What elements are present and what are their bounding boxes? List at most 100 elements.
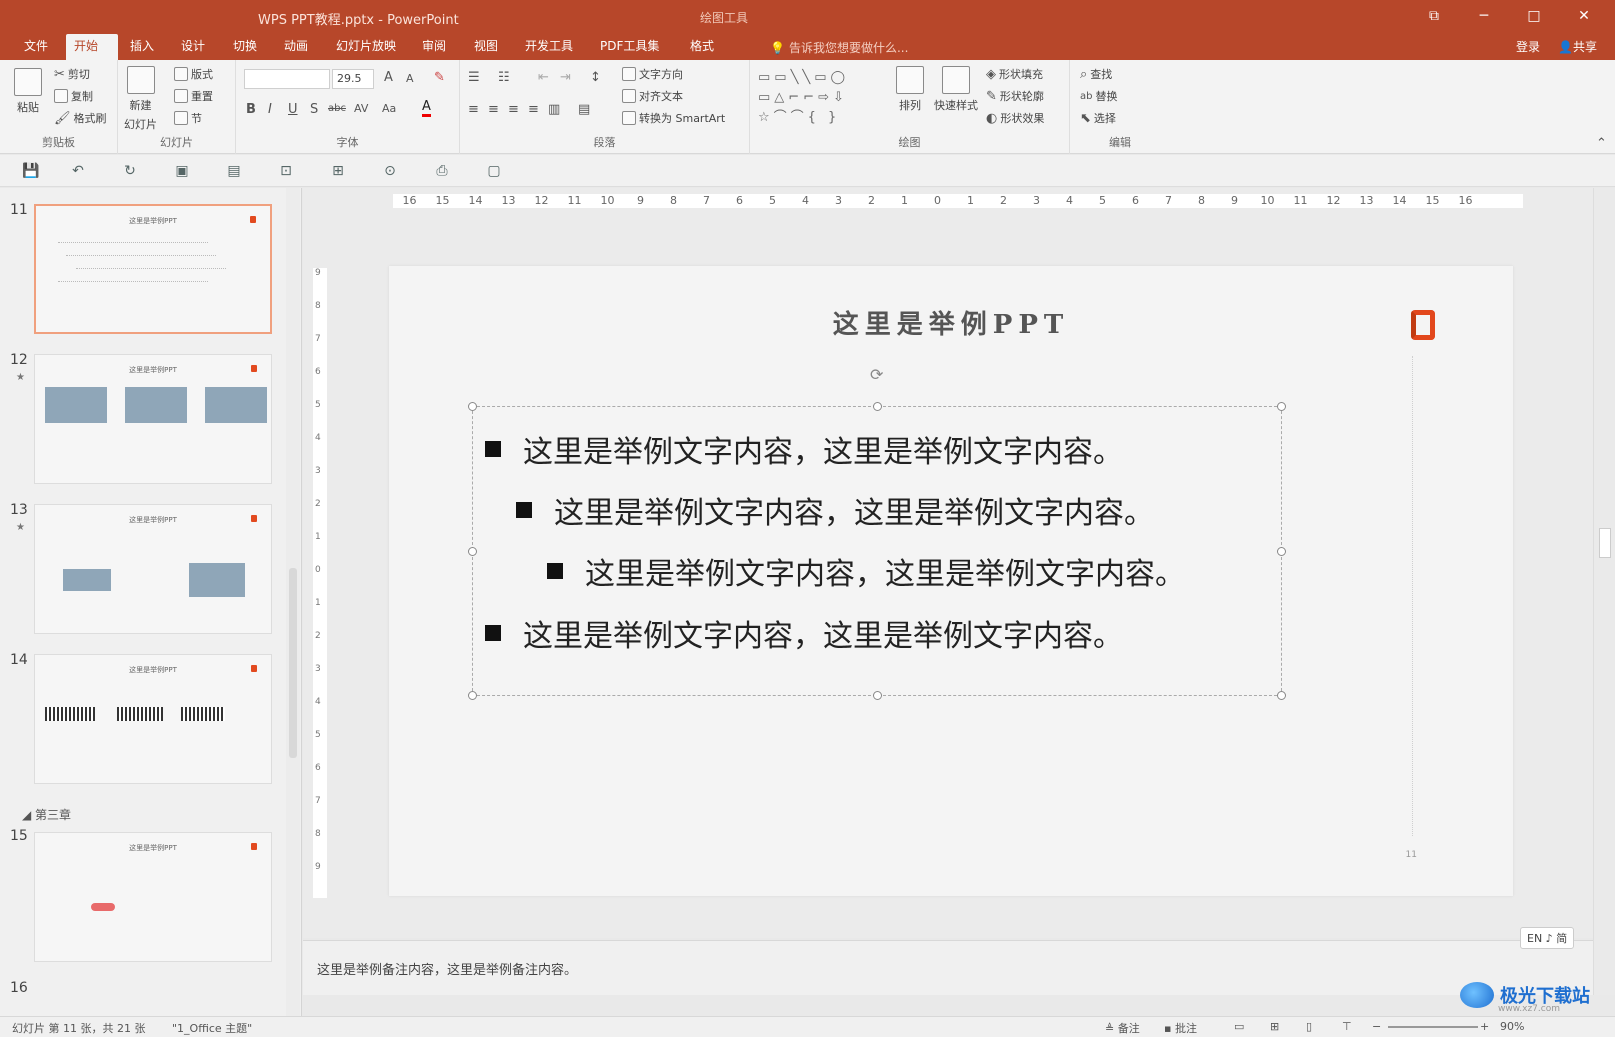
tell-me-box[interactable]: 💡 告诉我您想要做什么...: [770, 39, 908, 56]
tab-file[interactable]: 文件: [16, 34, 56, 60]
increase-indent-icon[interactable]: ⇥: [560, 70, 571, 85]
shape-effects-button[interactable]: ◐ 形状效果: [986, 110, 1044, 126]
font-size-box[interactable]: 29.5: [332, 69, 374, 89]
slide-thumbnail-13[interactable]: 这里是举例PPT: [34, 504, 272, 634]
resize-handle[interactable]: [468, 402, 477, 411]
scroll-thumb[interactable]: [289, 568, 297, 758]
justify-icon[interactable]: ≡: [528, 102, 539, 117]
resize-handle[interactable]: [873, 402, 882, 411]
columns-icon[interactable]: ▤: [578, 102, 590, 117]
zoom-in-icon[interactable]: +: [1480, 1020, 1489, 1033]
tab-format[interactable]: 格式: [682, 34, 722, 60]
comments-toggle[interactable]: ▪ 批注: [1164, 1020, 1197, 1036]
copy-button[interactable]: 复制: [54, 88, 93, 104]
align-center-icon[interactable]: ≡: [488, 102, 499, 117]
bullet-item[interactable]: 这里是举例文字内容，这里是举例文字内容。: [485, 611, 1123, 655]
slide-title[interactable]: 这里是举例PPT: [389, 304, 1513, 341]
section-button[interactable]: 节: [174, 110, 202, 126]
shape-fill-button[interactable]: ◈ 形状填充: [986, 66, 1043, 82]
login-link[interactable]: 登录: [1516, 38, 1540, 55]
text-direction-button[interactable]: 文字方向: [622, 66, 683, 82]
close-icon[interactable]: ✕: [1571, 5, 1597, 27]
ime-indicator[interactable]: EN ♪ 简: [1520, 927, 1575, 949]
content-textbox[interactable]: ⟳ 这里是举例文字内容，这里是举例文字内容。 这里是举例文字内容，这里是举例文字…: [468, 365, 1286, 700]
italic-button[interactable]: I: [268, 102, 272, 117]
save-icon[interactable]: 💾: [22, 163, 39, 179]
layout-button[interactable]: 版式: [174, 66, 213, 82]
bullets-icon[interactable]: ☰: [468, 70, 480, 85]
char-spacing-button[interactable]: AV: [354, 102, 368, 115]
tab-design[interactable]: 设计: [173, 34, 213, 60]
select-button[interactable]: ⬉ 选择: [1080, 110, 1116, 126]
thumbnail-scrollbar[interactable]: [286, 188, 300, 1021]
preview-icon[interactable]: ⊙: [382, 163, 398, 179]
slide-thumbnail-12[interactable]: 这里是举例PPT: [34, 354, 272, 484]
tab-slideshow[interactable]: 幻灯片放映: [328, 34, 404, 60]
resize-handle[interactable]: [873, 691, 882, 700]
share-button[interactable]: 👤共享: [1558, 38, 1597, 55]
align-text-button[interactable]: 对齐文本: [622, 88, 683, 104]
redo-icon[interactable]: ↻: [122, 163, 138, 179]
smartart-button[interactable]: 转换为 SmartArt: [622, 110, 725, 126]
slide-thumbnail-14[interactable]: 这里是举例PPT: [34, 654, 272, 784]
rotate-handle-icon[interactable]: ⟳: [870, 365, 883, 384]
tab-pdf-tools[interactable]: PDF工具集: [592, 34, 667, 60]
notes-pane[interactable]: EN ♪ 简 这里是举例备注内容，这里是举例备注内容。: [303, 927, 1593, 995]
quick-styles-button[interactable]: 快速样式: [934, 66, 978, 113]
minimize-icon[interactable]: ─: [1471, 5, 1497, 27]
maximize-icon[interactable]: □: [1521, 5, 1547, 27]
document-icon[interactable]: ▢: [486, 163, 502, 179]
restore-ribbon-icon[interactable]: ⧉: [1421, 5, 1447, 27]
decrease-indent-icon[interactable]: ⇤: [538, 70, 549, 85]
print-icon[interactable]: ⎙: [434, 163, 450, 179]
tab-transitions[interactable]: 切换: [225, 34, 265, 60]
tab-insert[interactable]: 插入: [122, 34, 162, 60]
grow-font-button[interactable]: A: [384, 70, 393, 85]
bold-button[interactable]: B: [246, 102, 256, 117]
font-name-box[interactable]: [244, 69, 330, 89]
zoom-out-icon[interactable]: −: [1372, 1020, 1381, 1033]
tab-animations[interactable]: 动画: [276, 34, 316, 60]
section-label[interactable]: ◢ 第三章: [22, 806, 71, 823]
slide-sorter-icon[interactable]: ⊞: [1270, 1020, 1279, 1033]
bullet-item[interactable]: 这里是举例文字内容，这里是举例文字内容。: [485, 427, 1123, 471]
textbox-icon[interactable]: ▤: [226, 163, 242, 179]
start-slideshow-icon[interactable]: ▣: [174, 163, 190, 179]
collapse-ribbon-icon[interactable]: ⌃: [1596, 136, 1607, 151]
align-left-icon[interactable]: ≡: [468, 102, 479, 117]
strikethrough-button[interactable]: abc: [328, 103, 346, 114]
underline-button[interactable]: U: [288, 102, 298, 117]
zoom-slider[interactable]: [1388, 1026, 1478, 1028]
normal-view-icon[interactable]: ▭: [1234, 1020, 1244, 1033]
bullet-item[interactable]: 这里是举例文字内容，这里是举例文字内容。: [547, 549, 1185, 593]
tab-view[interactable]: 视图: [466, 34, 506, 60]
new-slide-button[interactable]: 新建 幻灯片: [124, 66, 157, 132]
reading-view-icon[interactable]: ▯: [1306, 1020, 1312, 1033]
slide-thumbnail-15[interactable]: 这里是举例PPT: [34, 832, 272, 962]
clear-format-icon[interactable]: ✎: [434, 70, 445, 85]
font-color-button[interactable]: A: [422, 100, 431, 117]
slide-thumbnail-11[interactable]: 这里是举例PPT: [34, 204, 272, 334]
line-spacing-icon[interactable]: ↕: [590, 70, 601, 85]
undo-icon[interactable]: ↶: [70, 163, 86, 179]
slideshow-view-icon[interactable]: ⊤: [1342, 1020, 1352, 1033]
zoom-level[interactable]: 90%: [1500, 1020, 1524, 1033]
projector-icon[interactable]: ⊞: [330, 163, 346, 179]
paste-button[interactable]: 粘贴: [14, 68, 42, 115]
shapes-gallery[interactable]: ▭▭╲╲▭◯ ▭△⌐⌐⇨⇩ ☆⌒⌒{ }: [758, 68, 888, 128]
slide-canvas[interactable]: 这里是举例PPT 11 ⟳ 这里是举例文字内容，这里是举例文字内容。 这里是举例…: [389, 266, 1513, 896]
reset-button[interactable]: 重置: [174, 88, 213, 104]
arrange-button[interactable]: 排列: [896, 66, 924, 113]
distributed-icon[interactable]: ▥: [548, 102, 560, 117]
scroll-thumb[interactable]: [1599, 528, 1611, 558]
present-icon[interactable]: ⊡: [278, 163, 294, 179]
numbering-icon[interactable]: ☷: [498, 70, 510, 85]
resize-handle[interactable]: [1277, 402, 1286, 411]
resize-handle[interactable]: [468, 691, 477, 700]
tab-developer[interactable]: 开发工具: [517, 34, 581, 60]
bullet-item[interactable]: 这里是举例文字内容，这里是举例文字内容。: [516, 488, 1154, 532]
shrink-font-button[interactable]: A: [406, 72, 414, 85]
tab-review[interactable]: 审阅: [414, 34, 454, 60]
notes-toggle[interactable]: ≜ 备注: [1105, 1020, 1140, 1036]
align-right-icon[interactable]: ≡: [508, 102, 519, 117]
